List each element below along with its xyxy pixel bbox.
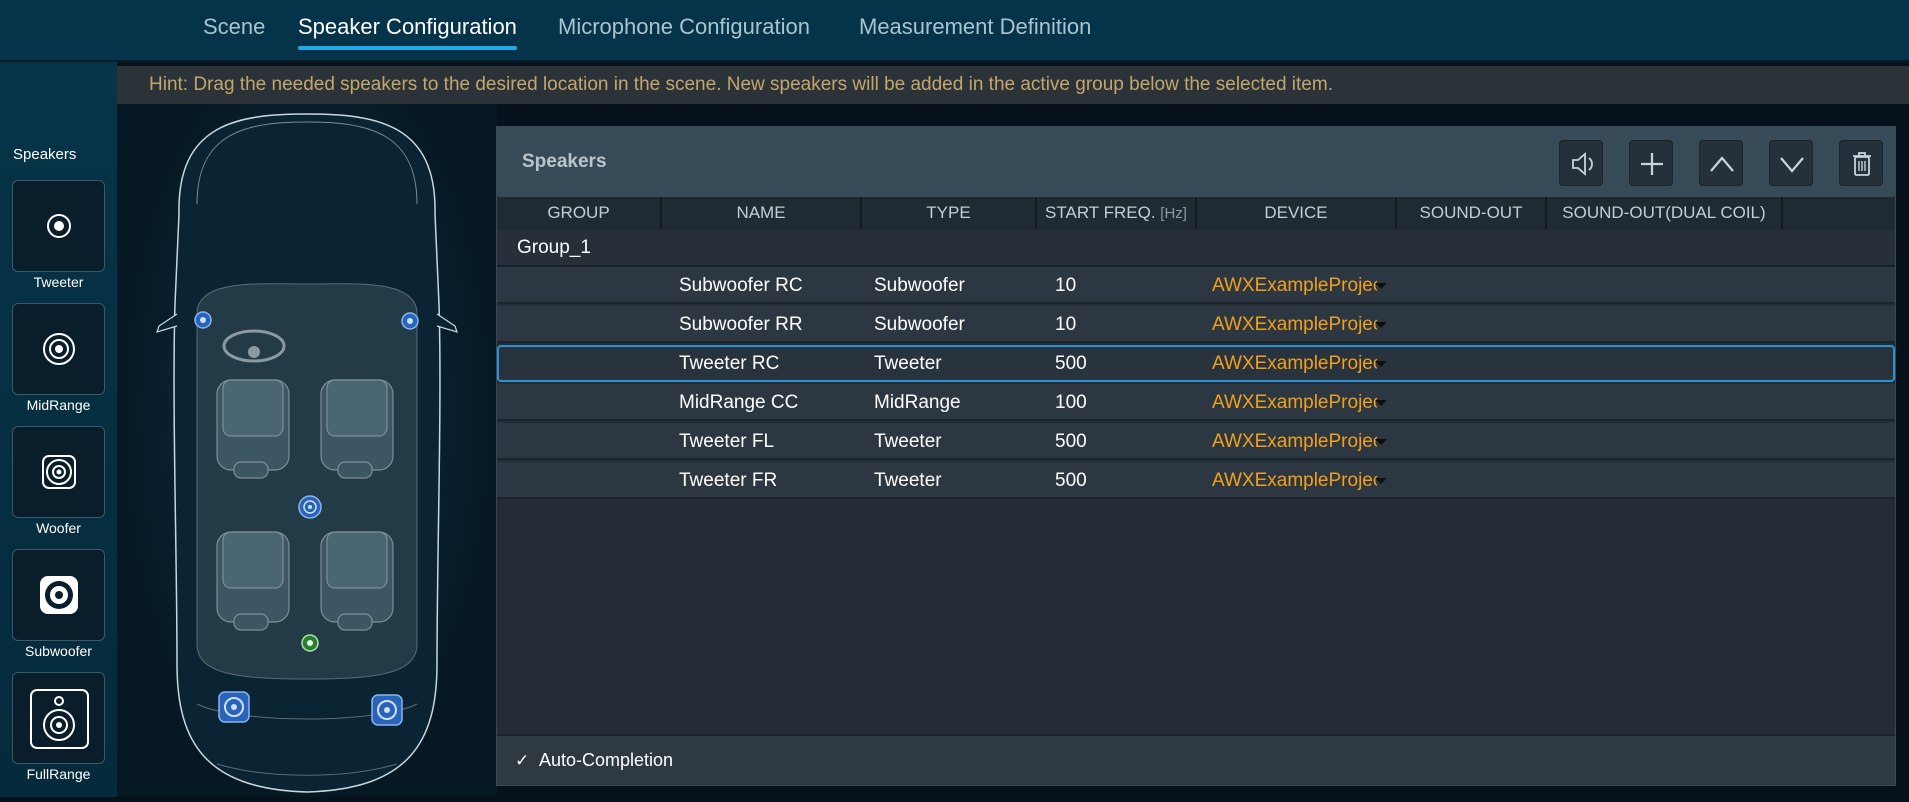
speaker-marker-subwoofer-rr (371, 694, 403, 726)
speaker-tile-label: Tweeter (33, 274, 84, 290)
group-name: Group_1 (517, 237, 591, 258)
table-column-header: GROUP NAME TYPE START FREQ. [Hz] DEVICE … (497, 197, 1895, 229)
cell-name: Tweeter RC (679, 353, 780, 374)
table-title: Speakers (522, 151, 607, 172)
table-row[interactable]: MidRange CC MidRange 100 AWXExampleProje… (497, 384, 1895, 421)
device-dropdown-icon[interactable] (1375, 283, 1387, 289)
column-header-sound-out-dual-coil[interactable]: SOUND-OUT(DUAL COIL) (1547, 197, 1783, 229)
speaker-tile-subwoofer[interactable] (12, 549, 105, 641)
tab-label: Speaker Configuration (298, 14, 517, 39)
speaker-test-icon (1572, 152, 1593, 176)
speaker-test-button[interactable] (1559, 140, 1603, 186)
cell-device[interactable]: AWXExampleProject (1212, 275, 1377, 297)
table-row-selected[interactable]: Tweeter RC Tweeter 500 AWXExampleProject (497, 345, 1895, 382)
speaker-tile-label: MidRange (26, 397, 91, 413)
cell-start-freq: 100 (1055, 392, 1087, 413)
cell-device[interactable]: AWXExampleProject (1212, 314, 1377, 336)
move-up-icon (1710, 156, 1734, 172)
cell-device[interactable]: AWXExampleProject (1212, 431, 1377, 453)
speaker-tile-fullrange[interactable] (12, 672, 105, 764)
speaker-marker-subwoofer-rl (218, 691, 250, 723)
top-tab-bar: Scene Speaker Configuration Microphone C… (0, 0, 1909, 62)
move-down-icon (1780, 157, 1804, 173)
device-dropdown-icon[interactable] (1375, 400, 1387, 406)
speaker-tile-woofer[interactable] (12, 426, 105, 518)
cell-type: Subwoofer (874, 314, 965, 335)
add-speaker-button[interactable] (1629, 140, 1673, 186)
column-header-sound-out[interactable]: SOUND-OUT (1397, 197, 1547, 229)
speaker-marker-midrange-cc (298, 495, 322, 519)
speaker-tile-tweeter[interactable] (12, 180, 105, 272)
cell-name: Tweeter FL (679, 431, 775, 452)
speaker-tile-label: FullRange (26, 766, 91, 782)
cell-start-freq: 500 (1055, 431, 1087, 452)
cell-start-freq: 500 (1055, 353, 1087, 374)
auto-completion-checkbox[interactable]: ✓ (515, 752, 529, 769)
move-up-button[interactable] (1699, 140, 1743, 186)
table-footer: ✓ Auto-Completion (497, 734, 1895, 785)
woofer-icon (42, 455, 76, 489)
car-scene[interactable] (117, 104, 497, 797)
table-toolbar: Speakers (497, 127, 1895, 197)
active-tab-indicator (298, 46, 517, 50)
tab-measurement-definition[interactable]: Measurement Definition (859, 14, 1091, 40)
add-icon (1641, 153, 1663, 175)
move-down-button[interactable] (1769, 140, 1813, 186)
speaker-tile-label: Subwoofer (25, 643, 92, 659)
car-top-view (156, 113, 458, 793)
cell-start-freq: 10 (1055, 314, 1077, 335)
speaker-tile-label: Woofer (36, 520, 81, 536)
cell-type: Subwoofer (874, 275, 965, 296)
tweeter-icon (47, 214, 71, 238)
midrange-icon (43, 333, 75, 365)
tab-scene[interactable]: Scene (203, 14, 265, 40)
cell-start-freq: 10 (1055, 275, 1077, 296)
table-row[interactable]: Tweeter FL Tweeter 500 AWXExampleProject (497, 423, 1895, 460)
column-header-unit: [Hz] (1160, 205, 1187, 222)
speaker-marker-tweeter-fr (401, 312, 419, 330)
tab-microphone-configuration[interactable]: Microphone Configuration (558, 14, 810, 40)
speaker-marker-tweeter-fl (194, 311, 212, 329)
cell-device[interactable]: AWXExampleProject (1212, 470, 1377, 492)
group-row[interactable]: Group_1 (497, 231, 1895, 267)
device-dropdown-icon[interactable] (1375, 361, 1387, 367)
cell-type: Tweeter (874, 470, 942, 491)
cell-name: Tweeter FR (679, 470, 778, 491)
speaker-tile-midrange[interactable] (12, 303, 105, 395)
auto-completion-label[interactable]: Auto-Completion (539, 750, 673, 771)
column-header-name[interactable]: NAME (662, 197, 862, 229)
fullrange-icon (30, 689, 89, 749)
cell-device[interactable]: AWXExampleProject (1212, 353, 1377, 375)
device-dropdown-icon[interactable] (1375, 439, 1387, 445)
device-dropdown-icon[interactable] (1375, 322, 1387, 328)
palette-title: Speakers (13, 146, 77, 163)
speakers-table-panel: Speakers GROUP NAME TYPE START FREQ. [Hz… (496, 126, 1896, 786)
cell-type: Tweeter (874, 431, 942, 452)
subwoofer-icon (40, 576, 78, 614)
cell-name: Subwoofer RR (679, 314, 803, 335)
cell-name: Subwoofer RC (679, 275, 803, 296)
column-header-label: START FREQ. (1045, 203, 1156, 222)
cell-name: MidRange CC (679, 392, 799, 413)
hint-bar: Hint: Drag the needed speakers to the de… (117, 66, 1909, 104)
device-dropdown-icon[interactable] (1375, 478, 1387, 484)
column-header-start-freq[interactable]: START FREQ. [Hz] (1037, 197, 1197, 229)
cell-start-freq: 500 (1055, 470, 1087, 491)
table-row[interactable]: Subwoofer RC Subwoofer 10 AWXExampleProj… (497, 267, 1895, 304)
table-row[interactable]: Subwoofer RR Subwoofer 10 AWXExampleProj… (497, 306, 1895, 343)
cell-type: Tweeter (874, 353, 942, 374)
cell-device[interactable]: AWXExampleProject (1212, 392, 1377, 414)
cell-type: MidRange (874, 392, 961, 413)
delete-icon (1853, 152, 1871, 176)
column-header-group[interactable]: GROUP (497, 197, 662, 229)
speaker-marker-tweeter-rc (301, 634, 319, 652)
tab-speaker-configuration[interactable]: Speaker Configuration (298, 14, 517, 50)
column-header-device[interactable]: DEVICE (1197, 197, 1397, 229)
delete-button[interactable] (1839, 140, 1883, 186)
table-row[interactable]: Tweeter FR Tweeter 500 AWXExampleProject (497, 462, 1895, 499)
column-header-type[interactable]: TYPE (862, 197, 1037, 229)
